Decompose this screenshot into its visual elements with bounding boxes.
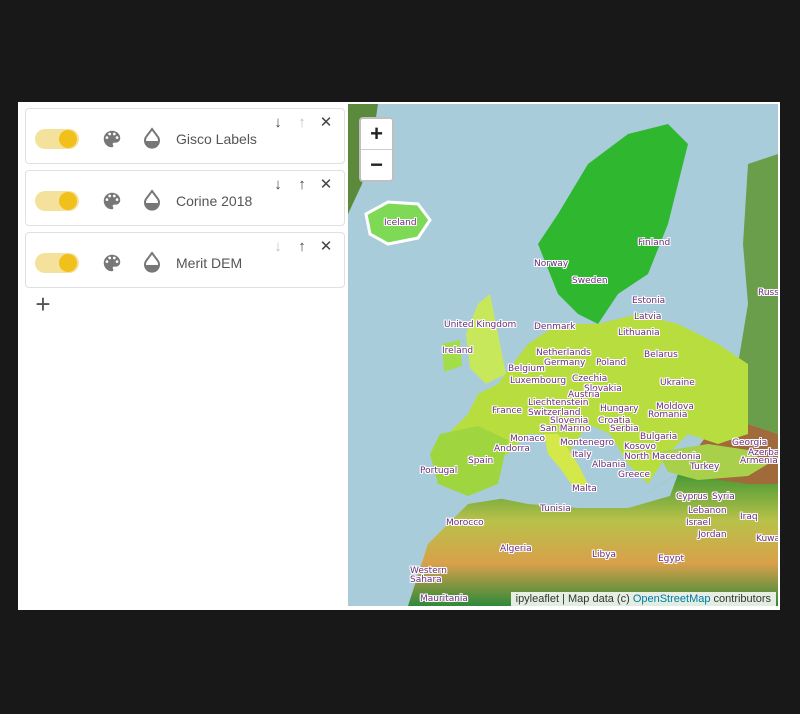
country-label: Egypt bbox=[658, 554, 684, 564]
move-up-button[interactable]: ↑ bbox=[294, 177, 310, 193]
country-label: Morocco bbox=[446, 518, 484, 528]
country-label: Lithuania bbox=[618, 328, 660, 338]
country-label: Kosovo bbox=[624, 442, 656, 452]
move-down-button[interactable]: ↓ bbox=[270, 239, 286, 255]
palette-icon[interactable] bbox=[101, 128, 123, 150]
move-down-button[interactable]: ↓ bbox=[270, 177, 286, 193]
country-label: France bbox=[492, 406, 522, 416]
country-label: Lebanon bbox=[688, 506, 727, 516]
country-label: Montenegro bbox=[560, 438, 615, 448]
opacity-icon[interactable] bbox=[142, 251, 162, 275]
map-view[interactable]: + − Iceland Norway Sweden Finland Russ E… bbox=[348, 104, 778, 606]
remove-layer-button[interactable]: ✕ bbox=[318, 239, 334, 255]
country-label: Tunisia bbox=[540, 504, 571, 514]
toggle-knob bbox=[59, 130, 77, 148]
country-label: Latvia bbox=[634, 312, 662, 322]
country-label: Monaco bbox=[510, 434, 545, 444]
country-label: Romania bbox=[648, 410, 688, 420]
country-label: Sweden bbox=[572, 276, 608, 286]
layer-card-merit-dem: Merit DEM ↓ ↑ ✕ bbox=[25, 232, 345, 288]
country-label: Sahara bbox=[410, 575, 442, 585]
country-label: Liechtenstein bbox=[528, 398, 589, 408]
country-label: Ukraine bbox=[660, 378, 695, 388]
osm-link[interactable]: OpenStreetMap bbox=[633, 593, 711, 605]
country-label: Andorra bbox=[494, 444, 530, 454]
country-label: Spain bbox=[468, 456, 494, 466]
country-label: Syria bbox=[712, 492, 735, 502]
map-attribution: ipyleaflet | Map data (c) OpenStreetMap … bbox=[510, 592, 776, 606]
layer-name: Gisco Labels bbox=[176, 131, 257, 147]
remove-layer-button[interactable]: ✕ bbox=[318, 115, 334, 131]
remove-layer-button[interactable]: ✕ bbox=[318, 177, 334, 193]
attribution-prefix: ipyleaflet | Map data (c) bbox=[515, 593, 633, 605]
zoom-out-button[interactable]: − bbox=[361, 150, 392, 180]
country-label: Cyprus bbox=[676, 492, 708, 502]
zoom-in-button[interactable]: + bbox=[361, 119, 392, 150]
country-label: Russ bbox=[758, 288, 778, 298]
visibility-toggle[interactable] bbox=[35, 191, 79, 211]
country-label: Turkey bbox=[690, 462, 720, 472]
country-label: Finland bbox=[638, 238, 671, 248]
country-label: Jordan bbox=[698, 530, 727, 540]
layer-panel: Gisco Labels ↓ ↑ ✕ Corine 2018 ↓ ↑ ✕ Mer… bbox=[18, 102, 348, 610]
country-label: Czechia bbox=[572, 374, 608, 384]
country-label: Estonia bbox=[632, 296, 666, 306]
country-label: Denmark bbox=[534, 322, 576, 332]
country-label: Iraq bbox=[740, 512, 758, 522]
country-label: Armenia bbox=[740, 456, 778, 466]
country-label: Libya bbox=[592, 550, 617, 560]
toggle-knob bbox=[59, 254, 77, 272]
toggle-knob bbox=[59, 192, 77, 210]
app-frame: Gisco Labels ↓ ↑ ✕ Corine 2018 ↓ ↑ ✕ Mer… bbox=[18, 102, 780, 610]
country-label: Albania bbox=[592, 460, 626, 470]
country-label: Algeria bbox=[500, 544, 532, 554]
zoom-control: + − bbox=[359, 117, 394, 182]
country-label: Mauritania bbox=[420, 594, 468, 604]
palette-icon[interactable] bbox=[101, 252, 123, 274]
country-label: Belarus bbox=[644, 350, 678, 360]
country-label: Malta bbox=[572, 484, 597, 494]
attribution-suffix: contributors bbox=[710, 593, 771, 605]
country-label: Netherlands bbox=[536, 348, 591, 358]
country-label: Italy bbox=[572, 450, 592, 460]
country-label: Bulgaria bbox=[640, 432, 678, 442]
visibility-toggle[interactable] bbox=[35, 253, 79, 273]
country-label: North Macedonia bbox=[624, 452, 701, 462]
country-label: Kuwa bbox=[756, 534, 778, 544]
move-down-button[interactable]: ↓ bbox=[270, 115, 286, 131]
layer-card-corine-2018: Corine 2018 ↓ ↑ ✕ bbox=[25, 170, 345, 226]
visibility-toggle[interactable] bbox=[35, 129, 79, 149]
country-label: San Marino bbox=[540, 424, 591, 434]
country-label: Georgia bbox=[732, 438, 768, 448]
palette-icon[interactable] bbox=[101, 190, 123, 212]
country-label: Serbia bbox=[610, 424, 639, 434]
country-label: Israel bbox=[686, 518, 711, 528]
country-label: Germany bbox=[544, 358, 586, 368]
country-label: Greece bbox=[618, 470, 651, 480]
move-up-button[interactable]: ↑ bbox=[294, 239, 310, 255]
country-label: Luxembourg bbox=[510, 376, 567, 386]
layer-card-gisco-labels: Gisco Labels ↓ ↑ ✕ bbox=[25, 108, 345, 164]
country-label: Belgium bbox=[508, 364, 545, 374]
move-up-button[interactable]: ↑ bbox=[294, 115, 310, 131]
opacity-icon[interactable] bbox=[142, 189, 162, 213]
country-label: Norway bbox=[534, 259, 569, 269]
country-label: Portugal bbox=[420, 466, 458, 476]
opacity-icon[interactable] bbox=[142, 127, 162, 151]
country-label: Iceland bbox=[384, 218, 417, 228]
layer-name: Merit DEM bbox=[176, 255, 243, 271]
country-label: Poland bbox=[596, 358, 627, 368]
add-layer-button[interactable]: + bbox=[32, 291, 54, 317]
layer-name: Corine 2018 bbox=[176, 193, 253, 209]
country-label: Hungary bbox=[600, 404, 639, 414]
country-label: United Kingdom bbox=[444, 320, 517, 330]
country-label: Ireland bbox=[442, 346, 474, 356]
